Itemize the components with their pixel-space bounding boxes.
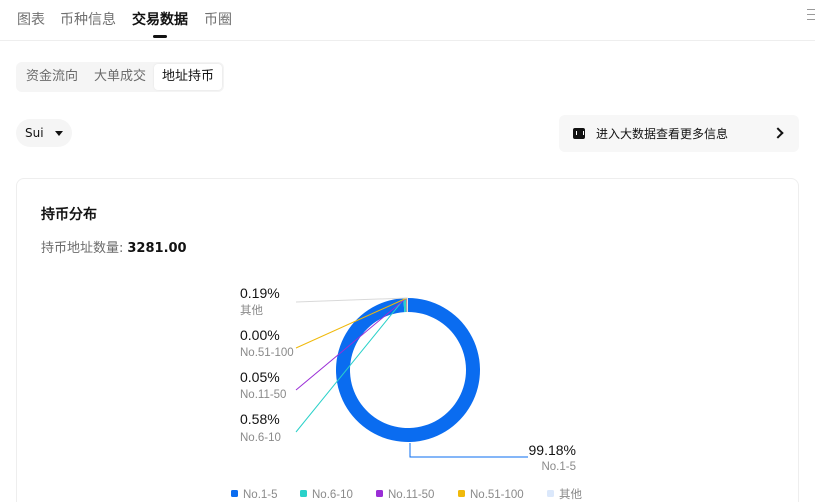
legend-label-no-1-5: No.1-5	[243, 489, 278, 501]
legend-swatch-no-1-5	[231, 490, 238, 497]
legend-swatch-slice-4	[547, 490, 554, 497]
slice-percent-no-1-5: 99.18%	[529, 442, 576, 458]
slice-percent-no-51-100: 0.00%	[240, 327, 280, 343]
leader-line-no-1-5	[409, 443, 528, 458]
slice-percent-no-6-10: 0.58%	[240, 411, 280, 427]
slice-percent-slice-4: 0.19%	[240, 285, 280, 301]
slice-name-slice-4: 其他	[240, 304, 263, 317]
legend-label-slice-4: 其他	[559, 488, 582, 501]
slice-name-no-1-5: No.1-5	[541, 461, 576, 473]
leader-line-no-11-50	[295, 297, 407, 391]
slice-name-no-6-10: No.6-10	[240, 432, 281, 444]
donut-slice-no-1-5	[335, 298, 480, 442]
legend-swatch-no-11-50	[376, 490, 383, 497]
legend-label-no-11-50: No.11-50	[388, 489, 434, 501]
slice-percent-no-11-50: 0.05%	[240, 369, 280, 385]
slice-name-no-51-100: No.51-100	[240, 347, 294, 359]
legend-swatch-no-51-100	[458, 490, 465, 497]
legend-label-no-51-100: No.51-100	[470, 489, 524, 501]
holding-distribution-chart: 99.18% No.1-5 0.58% No.6-10 0.05% No.11-50 0.0…	[231, 285, 582, 501]
slice-name-no-11-50: No.11-50	[240, 389, 286, 401]
legend-label-no-6-10: No.6-10	[312, 489, 353, 501]
legend-swatch-no-6-10	[300, 490, 307, 497]
